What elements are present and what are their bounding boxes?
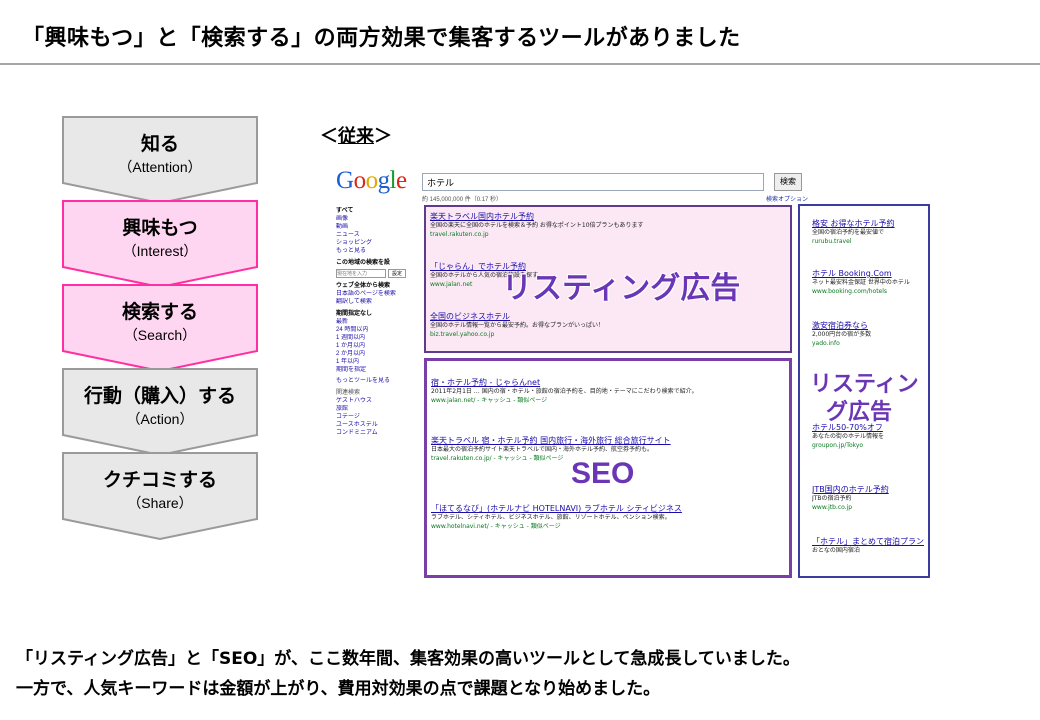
nav-heading-period: 期間指定なし (336, 311, 373, 317)
nav-period-item[interactable]: 2 か月以内 (336, 350, 416, 358)
side-ad-url: www.jtb.co.jp (812, 503, 853, 511)
search-button[interactable]: 検索 (774, 173, 802, 191)
step-main-label: 興味もつ (122, 217, 198, 239)
nav-web-item[interactable]: 翻訳して検索 (336, 298, 416, 306)
ad-description: 全国のホテル情報一覧から最安予約。お得なプランがいっぱい！ (430, 322, 605, 329)
side-ad-url: yado.info (812, 339, 840, 347)
nav-more-tools[interactable]: もっとツールを見る (336, 377, 416, 385)
listing-ads-box: 楽天トラベル国内ホテル予約 全国の楽天に全国のホテルを検索＆予約 お得なポイント… (424, 205, 792, 353)
nav-related-item[interactable]: ユースホステル (336, 421, 416, 429)
ad-url: travel.rakuten.co.jp (430, 230, 489, 238)
nav-item-images[interactable]: 画像 (336, 215, 416, 223)
side-ad: JTB国内のホテル予約 JTBの宿泊予約 www.jtb.co.jp (812, 484, 924, 512)
ad-title-link[interactable]: 全国のビジネスホテル (430, 311, 786, 322)
side-ad-desc: 2,000円台の宿が多数 (812, 331, 872, 338)
organic-url: www.hotelnavi.net/ - キャッシュ - 類似ページ (431, 522, 561, 530)
side-ad-url: www.booking.com/hotels (812, 287, 888, 295)
step-search: 検索する （Search） (62, 284, 258, 372)
nav-period-item[interactable]: 1 週間以内 (336, 334, 416, 342)
side-ad: ホテル Booking.Com ネット最安料金保証 世界中のホテル www.bo… (812, 268, 924, 296)
ad-description: 全国の楽天に全国のホテルを検索＆予約 お得なポイント10倍プランもあります (430, 222, 644, 229)
side-ad-title-link[interactable]: 激安宿泊券なら (812, 320, 924, 331)
step-sub-label: （Interest） (122, 243, 198, 259)
slide-title: 「興味もつ」と「検索する」の両方効果で集客するツールがありました (22, 26, 741, 51)
nav-related-item[interactable]: コンドミニアム (336, 429, 416, 437)
result-stats: 約 145,000,000 件（0.17 秒） (422, 197, 503, 203)
side-ads-box: 格安 お得なホテル予約 全国の宿泊予約を最安値で rurubu.travel ホ… (798, 204, 930, 578)
step-main-label: クチコミする (102, 469, 217, 491)
search-options-link[interactable]: 検索オプション (766, 194, 808, 203)
conventional-label: ＜従来＞ (320, 126, 392, 147)
seo-results-box: 宿・ホテル予約 - じゃらんnet 2011年2月1日 … 国内の宿・ホテル・旅… (424, 358, 792, 578)
summary-line-2: 一方で、人気キーワードは金額が上がり、費用対効果の点で課題となり始めました。 (16, 679, 661, 699)
step-share: クチコミする （Share） (62, 452, 258, 540)
nav-item-news[interactable]: ニュース (336, 231, 416, 239)
nav-web-item[interactable]: 日本語のページを検索 (336, 290, 416, 298)
nav-related-item[interactable]: 旅館 (336, 405, 416, 413)
place-button[interactable]: 設定 (388, 269, 406, 278)
search-logo: Google (336, 167, 407, 194)
step-sub-label: （Attention） (118, 159, 202, 175)
organic-title-link[interactable]: 楽天トラベル 宿・ホテル予約 国内旅行・海外旅行 総合旅行サイト (431, 435, 787, 446)
ad-url: biz.travel.yahoo.co.jp (430, 330, 495, 338)
nav-heading-related: 関連検索 (336, 390, 361, 396)
side-ad: ホテル50-70%オフ あなたの街のホテル情報を groupon.jp/Toky… (812, 422, 924, 450)
nav-item-videos[interactable]: 動画 (336, 223, 416, 231)
side-ad-desc: あなたの街のホテル情報を (812, 433, 885, 440)
step-interest: 興味もつ （Interest） (62, 200, 258, 288)
organic-description: 2011年2月1日 … 国内の宿・ホテル・旅館の宿泊予約を、目的地・テーマにこだ… (431, 388, 698, 395)
ad-title-link[interactable]: 楽天トラベル国内ホテル予約 (430, 211, 786, 222)
listing-ads-label: リスティング広告 (502, 271, 741, 306)
left-nav: すべて 画像 動画 ニュース ショッピング もっと見る この地域の検索を設 現在… (336, 207, 416, 437)
side-ad: 「ホテル」まとめて宿泊プラン比較 おとなの国内宿泊 (812, 536, 924, 556)
nav-heading-place: この地域の検索を設 (336, 260, 391, 266)
step-sub-label: （Action） (126, 411, 194, 427)
nav-period-item[interactable]: 期間を指定 (336, 366, 416, 374)
nav-heading-web: ウェブ全体から検索 (336, 283, 391, 289)
side-ad-desc: JTBの宿泊予約 (812, 495, 852, 502)
nav-related-item[interactable]: コテージ (336, 413, 416, 421)
step-attention: 知る （Attention） (62, 116, 258, 204)
search-input[interactable]: ホテル (422, 173, 764, 191)
organic-url: www.jalan.net/ - キャッシュ - 類似ページ (431, 396, 548, 404)
step-sub-label: （Share） (127, 495, 193, 511)
ad-result: 楽天トラベル国内ホテル予約 全国の楽天に全国のホテルを検索＆予約 お得なポイント… (430, 211, 786, 239)
nav-period-item[interactable]: 1 年以内 (336, 358, 416, 366)
side-ad-desc: ネット最安料金保証 世界中のホテル (812, 279, 910, 286)
side-ad-url: groupon.jp/Tokyo (812, 441, 864, 449)
step-main-label: 知る (140, 133, 179, 155)
nav-period-item[interactable]: 1 か月以内 (336, 342, 416, 350)
nav-period-item[interactable]: 24 時間以内 (336, 326, 416, 334)
side-ad: 格安 お得なホテル予約 全国の宿泊予約を最安値で rurubu.travel (812, 218, 924, 246)
organic-description: 日本最大の宿泊予約サイト楽天トラベルで国内・海外ホテル予約、航空券予約も。 (431, 446, 654, 453)
ad-result: 全国のビジネスホテル 全国のホテル情報一覧から最安予約。お得なプランがいっぱい！… (430, 311, 786, 339)
side-ad-title-link[interactable]: ホテル Booking.Com (812, 268, 924, 279)
side-listing-label-line2: グ広告 (826, 400, 893, 425)
summary-line-1: 「リスティング広告」と「SEO」が、ここ数年間、集客効果の高いツールとして急成長… (16, 649, 800, 669)
organic-result: 宿・ホテル予約 - じゃらんnet 2011年2月1日 … 国内の宿・ホテル・旅… (431, 377, 787, 405)
side-ad-title-link[interactable]: 「ホテル」まとめて宿泊プラン比較 (812, 536, 924, 547)
step-main-label: 行動（購入）する (83, 385, 236, 407)
nav-item-more[interactable]: もっと見る (336, 247, 416, 255)
side-ad-url: rurubu.travel (812, 237, 852, 245)
step-main-label: 検索する (121, 301, 198, 323)
side-ad-title-link[interactable]: 格安 お得なホテル予約 (812, 218, 924, 229)
title-divider (0, 63, 1040, 65)
side-ad-title-link[interactable]: JTB国内のホテル予約 (812, 484, 924, 495)
nav-item-all[interactable]: すべて (336, 207, 416, 215)
nav-item-shopping[interactable]: ショッピング (336, 239, 416, 247)
seo-label: SEO (571, 457, 635, 490)
nav-related-item[interactable]: ゲストハウス (336, 397, 416, 405)
step-action: 行動（購入）する （Action） (62, 368, 258, 456)
organic-result: 「ほてるなび」(ホテルナビ HOTELNAVI) ラブホテル シティビジネス ラ… (431, 503, 787, 531)
organic-description: ラブホテル、シティホテル、ビジネスホテル、旅館、リゾートホテル、ペンション検索。 (431, 514, 671, 521)
organic-title-link[interactable]: 宿・ホテル予約 - じゃらんnet (431, 377, 787, 388)
place-input[interactable]: 現在地を入力 (336, 269, 386, 278)
side-ad: 激安宿泊券なら 2,000円台の宿が多数 yado.info (812, 320, 924, 348)
nav-period-item[interactable]: 最新 (336, 318, 416, 326)
organic-title-link[interactable]: 「ほてるなび」(ホテルナビ HOTELNAVI) ラブホテル シティビジネス (431, 503, 787, 514)
side-ad-desc: おとなの国内宿泊 (812, 547, 860, 554)
step-sub-label: （Search） (123, 327, 197, 343)
side-ad-desc: 全国の宿泊予約を最安値で (812, 229, 885, 236)
